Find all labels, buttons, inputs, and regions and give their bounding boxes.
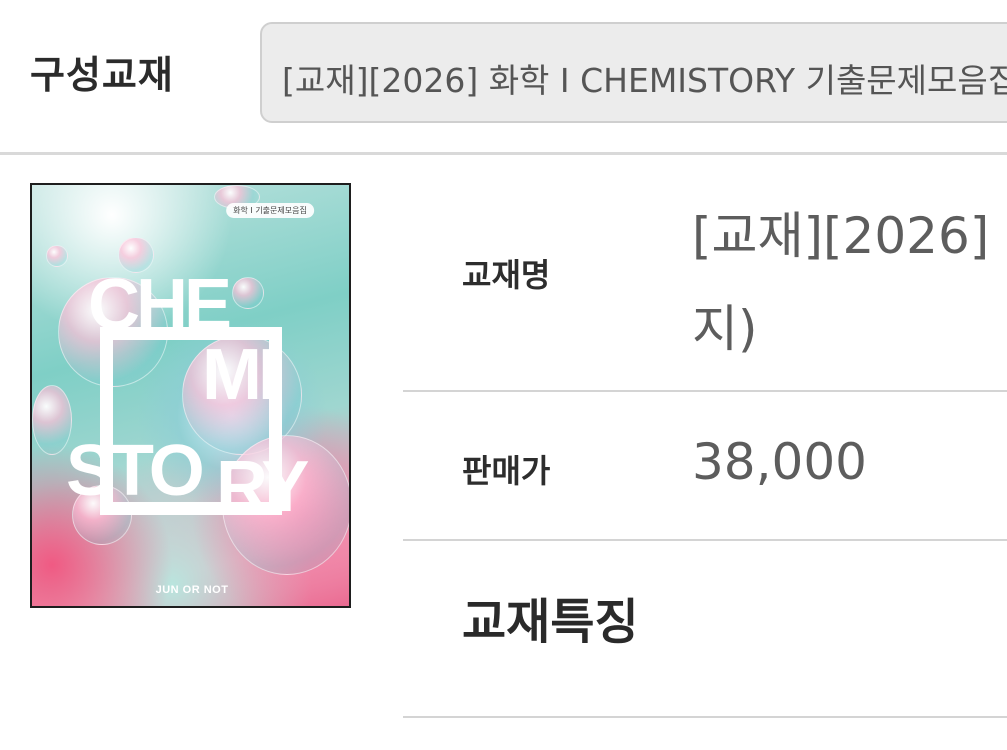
row-divider: [403, 539, 1007, 541]
material-select[interactable]: [교재][2026] 화학 I CHEMISTORY 기출문제모음집: [260, 22, 1007, 123]
config-label: 구성교재: [30, 53, 174, 97]
bubble-decoration: [232, 277, 264, 309]
cover-title-sto: STO: [66, 431, 205, 511]
features-title: 교재특징: [462, 594, 639, 650]
material-detail-page: 구성교재 [교재][2026] 화학 I CHEMISTORY 기출문제모음집 …: [0, 0, 1007, 750]
row-divider: [403, 390, 1007, 392]
name-label: 교재명: [462, 256, 551, 294]
material-select-value: [교재][2026] 화학 I CHEMISTORY 기출문제모음집: [282, 61, 1007, 100]
cover-title-ry: RY: [216, 447, 309, 527]
cover-brand: JUN OR NOT: [155, 584, 229, 596]
book-cover-image: 화학 I 기출문제모음집 CHE MI STO RY JUN OR NOT: [30, 183, 351, 608]
cover-title-mi: MI: [202, 335, 278, 415]
bubble-decoration: [46, 245, 68, 267]
cover-title-che: CHE: [88, 265, 232, 345]
name-value-line2: 지): [692, 300, 758, 358]
row-divider: [403, 716, 1007, 718]
cover-badge: 화학 I 기출문제모음집: [226, 203, 314, 218]
price-label: 판매가: [462, 452, 551, 490]
price-value: 38,000: [692, 433, 867, 491]
name-value-line1: [교재][2026]: [692, 207, 990, 265]
top-divider: [0, 152, 1007, 155]
